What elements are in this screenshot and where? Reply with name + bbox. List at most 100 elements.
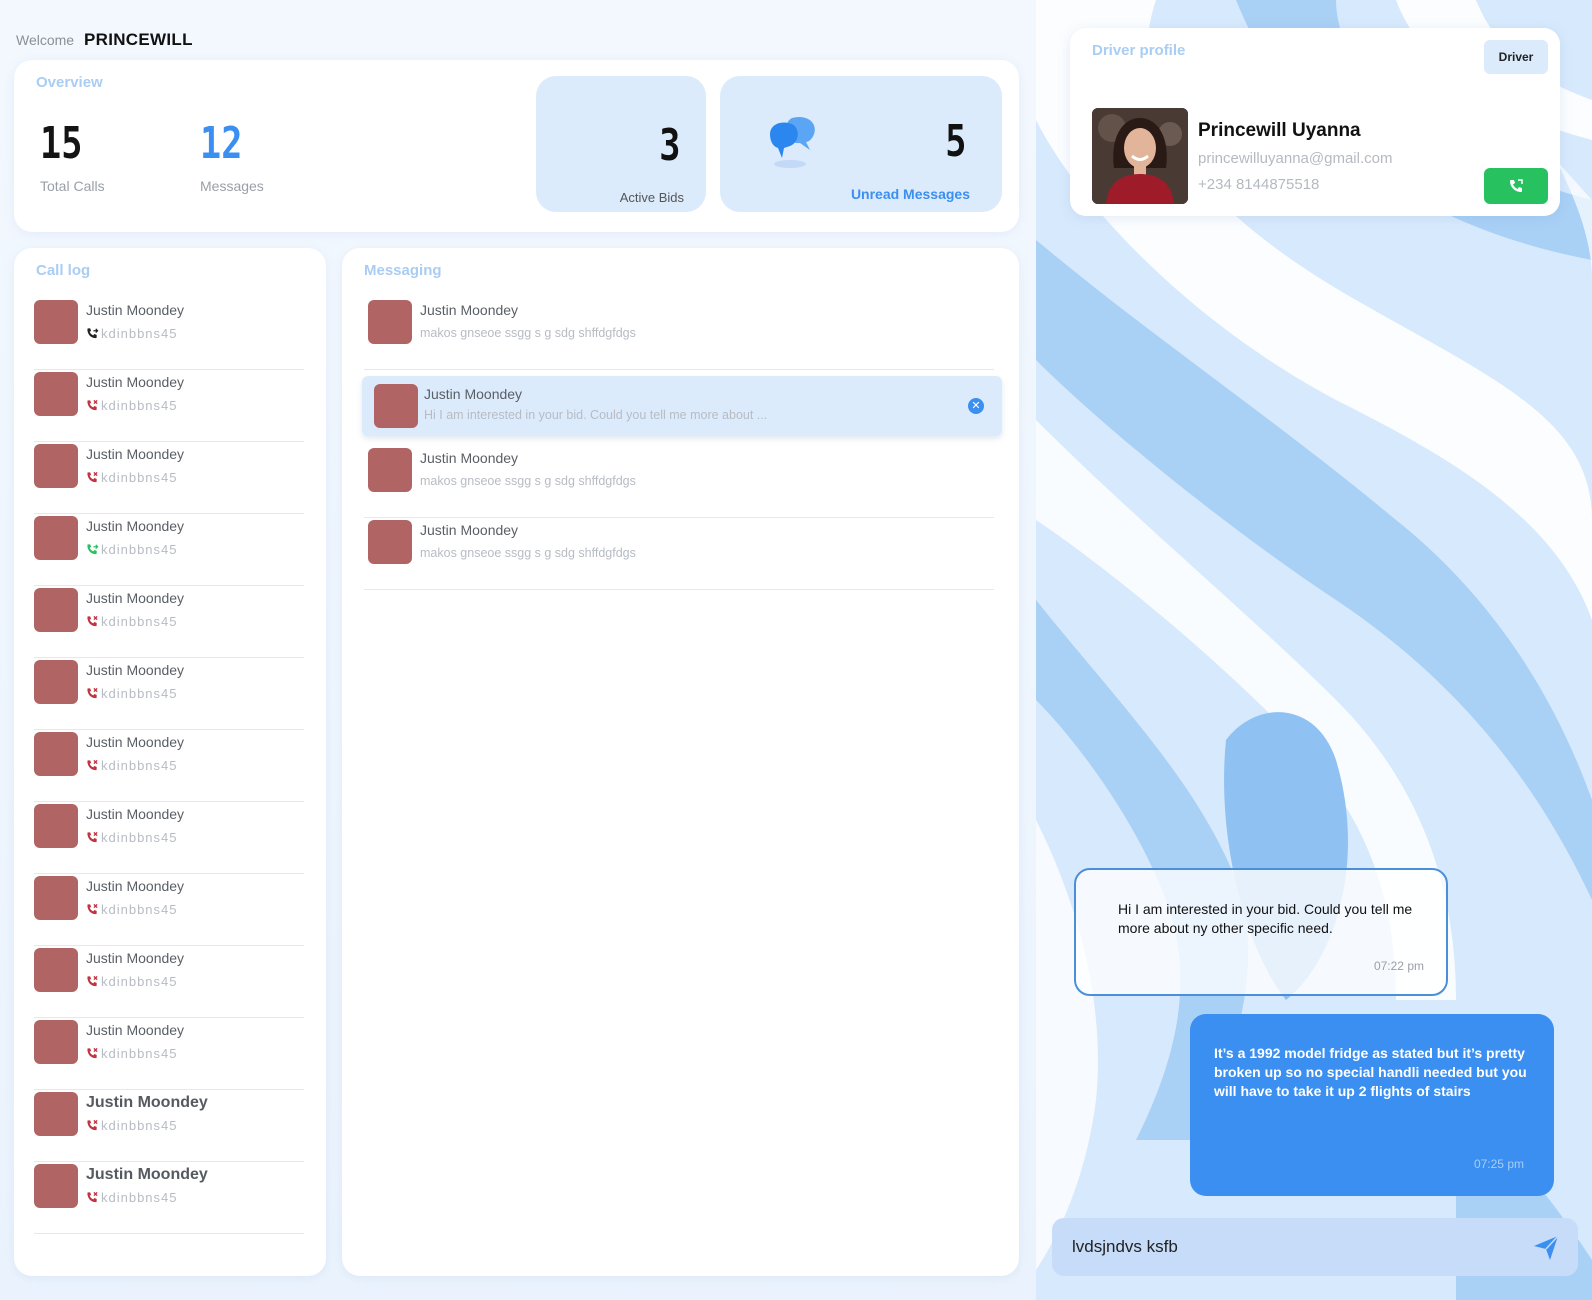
call-log-item[interactable]: Justin Moondey kdinbbns45 xyxy=(34,658,304,730)
message-preview: makos gnseoe ssgg s g sdg shffdgfdgs xyxy=(420,474,636,488)
call-log-card: Call log Justin Moondey kdinbbns45 Justin … xyxy=(14,248,326,1276)
call-id: kdinbbns45 xyxy=(86,974,178,989)
message-item[interactable]: Justin Moondey makos gnseoe ssgg s g sdg… xyxy=(364,298,994,370)
call-id-text: kdinbbns45 xyxy=(101,1190,178,1205)
avatar xyxy=(368,520,412,564)
incoming-message-text: Hi I am interested in your bid. Could yo… xyxy=(1118,901,1413,936)
call-id-text: kdinbbns45 xyxy=(101,758,178,773)
caller-name: Justin Moondey xyxy=(86,806,185,822)
avatar xyxy=(34,732,78,776)
avatar xyxy=(34,876,78,920)
missed-call-icon xyxy=(87,1119,98,1131)
avatar xyxy=(34,1164,78,1208)
caller-name: Justin Moondey xyxy=(86,518,185,534)
call-id: kdinbbns45 xyxy=(86,470,178,485)
call-log-item[interactable]: Justin Moondey kdinbbns45 xyxy=(34,802,304,874)
welcome-header: Welcome PRINCEWILL xyxy=(16,30,193,50)
caller-name: Justin Moondey xyxy=(86,1094,208,1111)
missed-call-icon xyxy=(87,831,98,843)
welcome-label: Welcome xyxy=(16,32,75,48)
call-driver-button[interactable] xyxy=(1484,168,1548,204)
missed-call-icon xyxy=(87,1047,98,1059)
message-preview: makos gnseoe ssgg s g sdg shffdgfdgs xyxy=(420,326,636,340)
avatar xyxy=(34,948,78,992)
messages-label: Messages xyxy=(200,178,264,194)
outgoing-message-text: It’s a 1992 model fridge as stated but i… xyxy=(1214,1045,1527,1099)
chat-panel: Driver profile Driver Princewill Uyanna … xyxy=(1036,0,1592,1300)
caller-name: Justin Moondey xyxy=(86,590,185,606)
message-item-selected[interactable]: Justin Moondey Hi I am interested in you… xyxy=(362,376,1002,436)
message-input[interactable] xyxy=(1072,1218,1502,1276)
total-calls-value: 15 xyxy=(40,118,83,169)
avatar xyxy=(34,1092,78,1136)
active-bids-label: Active Bids xyxy=(619,190,684,205)
call-log-item[interactable]: Justin Moondey kdinbbns45 xyxy=(34,730,304,802)
active-bids-tile[interactable]: 3 Active Bids xyxy=(536,76,706,212)
avatar xyxy=(34,660,78,704)
caller-name: Justin Moondey xyxy=(86,446,185,462)
send-icon[interactable] xyxy=(1532,1234,1560,1262)
messaging-card: Messaging Justin Moondey makos gnseoe ss… xyxy=(342,248,1019,1276)
close-icon[interactable]: ✕ xyxy=(968,398,984,414)
call-log-list: Justin Moondey kdinbbns45 Justin Moondey kd… xyxy=(34,298,304,1234)
message-sender: Justin Moondey xyxy=(420,302,519,318)
unread-messages-tile[interactable]: 5 Unread Messages xyxy=(720,76,1002,212)
message-item[interactable]: Justin Moondey makos gnseoe ssgg s g sdg… xyxy=(364,518,994,590)
call-log-item[interactable]: Justin Moondey kdinbbns45 xyxy=(34,370,304,442)
message-preview: makos gnseoe ssgg s g sdg shffdgfdgs xyxy=(420,546,636,560)
avatar xyxy=(34,1020,78,1064)
avatar xyxy=(34,516,78,560)
call-id-text: kdinbbns45 xyxy=(101,398,178,413)
caller-name: Justin Moondey xyxy=(86,1022,185,1038)
missed-call-icon xyxy=(87,471,98,483)
call-log-item[interactable]: Justin Moondey kdinbbns45 xyxy=(34,946,304,1018)
call-log-item[interactable]: Justin Moondey kdinbbns45 xyxy=(34,586,304,658)
call-id: kdinbbns45 xyxy=(86,902,178,917)
total-calls-stat: 15 Total Calls xyxy=(40,118,105,195)
call-id-text: kdinbbns45 xyxy=(101,1118,178,1133)
call-log-item[interactable]: Justin Moondey kdinbbns45 xyxy=(34,1018,304,1090)
call-log-item[interactable]: Justin Moondey kdinbbns45 xyxy=(34,298,304,370)
avatar xyxy=(368,448,412,492)
message-sender: Justin Moondey xyxy=(424,386,523,402)
call-id-text: kdinbbns45 xyxy=(101,830,178,845)
caller-name: Justin Moondey xyxy=(86,734,185,750)
overview-card: Overview 15 Total Calls 12 Messages 3 Ac… xyxy=(14,60,1019,232)
call-id: kdinbbns45 xyxy=(86,542,178,557)
call-log-item[interactable]: Justin Moondey kdinbbns45 xyxy=(34,514,304,586)
call-log-item[interactable]: Justin Moondey kdinbbns45 xyxy=(34,1162,304,1234)
role-badge: Driver xyxy=(1484,40,1548,74)
call-id: kdinbbns45 xyxy=(86,830,178,845)
call-id: kdinbbns45 xyxy=(86,1118,178,1133)
driver-photo xyxy=(1092,108,1188,204)
driver-avatar-icon xyxy=(1092,108,1188,204)
call-id-text: kdinbbns45 xyxy=(101,470,178,485)
message-preview: Hi I am interested in your bid. Could yo… xyxy=(424,408,768,422)
avatar xyxy=(34,804,78,848)
missed-call-icon xyxy=(87,759,98,771)
call-id-text: kdinbbns45 xyxy=(101,686,178,701)
call-id-text: kdinbbns45 xyxy=(101,974,178,989)
call-id-text: kdinbbns45 xyxy=(101,902,178,917)
messages-stat: 12 Messages xyxy=(200,118,264,195)
call-id-text: kdinbbns45 xyxy=(101,614,178,629)
avatar xyxy=(34,300,78,344)
message-sender: Justin Moondey xyxy=(420,450,519,466)
caller-name: Justin Moondey xyxy=(86,302,185,318)
message-list: Justin Moondey makos gnseoe ssgg s g sdg… xyxy=(362,298,1002,590)
avatar xyxy=(34,372,78,416)
call-id: kdinbbns45 xyxy=(86,758,178,773)
call-log-item[interactable]: Justin Moondey kdinbbns45 xyxy=(34,442,304,514)
message-item[interactable]: Justin Moondey makos gnseoe ssgg s g sdg… xyxy=(364,446,994,518)
call-log-title: Call log xyxy=(36,262,91,279)
unread-messages-label: Unread Messages xyxy=(850,186,970,202)
call-log-item[interactable]: Justin Moondey kdinbbns45 xyxy=(34,1090,304,1162)
call-log-item[interactable]: Justin Moondey kdinbbns45 xyxy=(34,874,304,946)
call-id-text: kdinbbns45 xyxy=(101,326,178,341)
avatar xyxy=(34,588,78,632)
messages-value: 12 xyxy=(200,118,243,169)
incoming-message-time: 07:22 pm xyxy=(1373,959,1424,973)
missed-call-icon xyxy=(87,615,98,627)
chat-bubbles-icon xyxy=(770,116,815,168)
driver-phone: +234 8144875518 xyxy=(1198,176,1320,193)
